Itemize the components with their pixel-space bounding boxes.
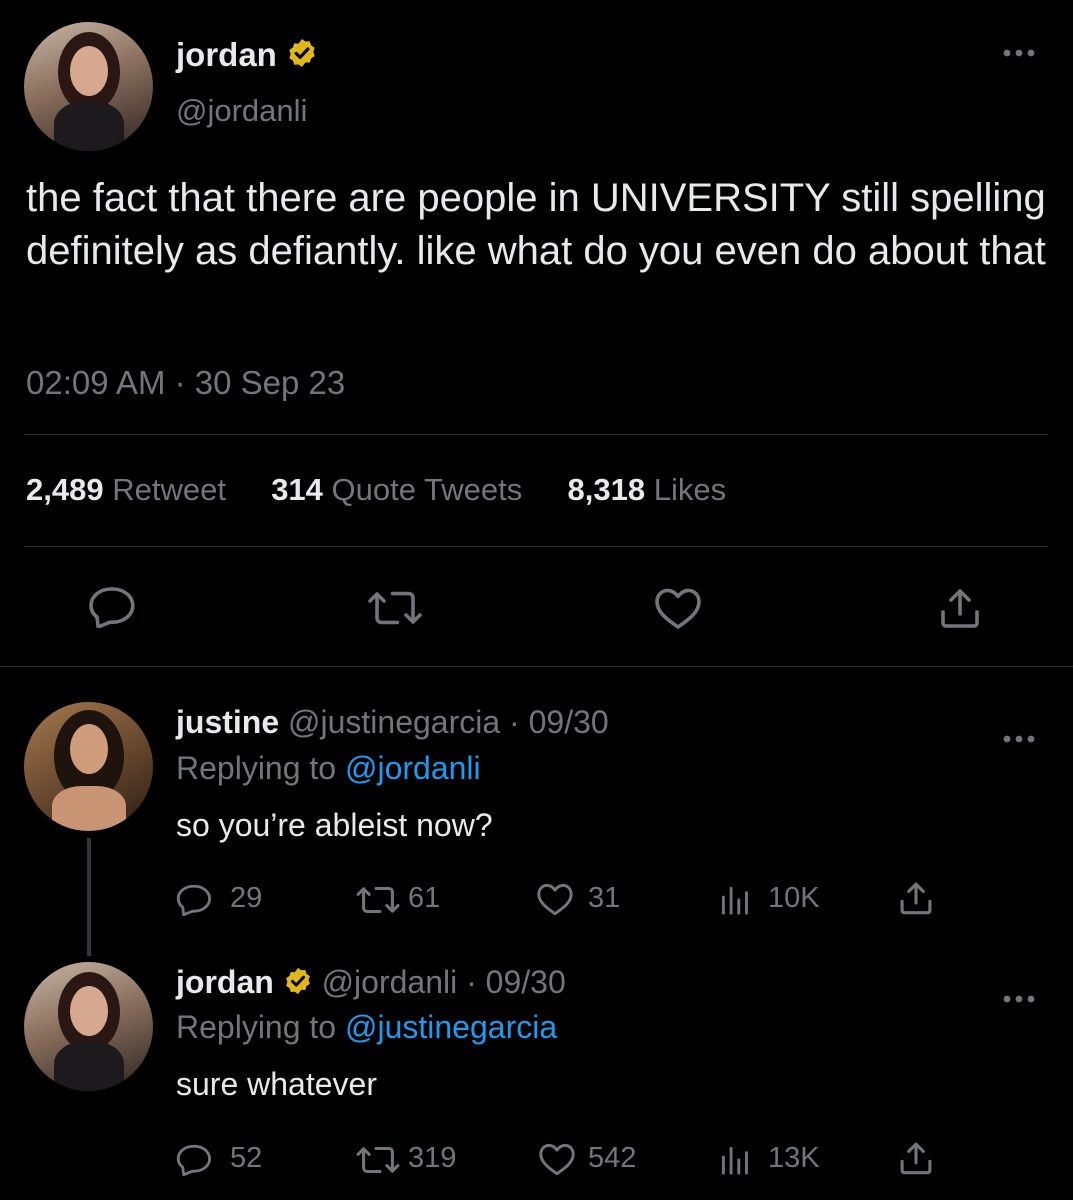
replying-prefix: Replying to	[176, 1009, 337, 1045]
divider	[0, 666, 1073, 667]
share-icon[interactable]	[898, 1140, 934, 1176]
tweet-stats: 2,489 Retweet 314 Quote Tweets 8,318 Lik…	[26, 472, 726, 508]
author-name[interactable]: justine	[176, 704, 279, 740]
views-icon[interactable]	[718, 1144, 752, 1176]
more-icon[interactable]	[1002, 980, 1036, 1011]
author-handle[interactable]: @jordanli	[322, 964, 458, 1000]
author-handle[interactable]: @justinegarcia	[288, 704, 500, 740]
like-icon[interactable]	[536, 882, 574, 916]
separator: ·	[174, 364, 186, 401]
like-count: 8,318	[567, 472, 646, 507]
quote-stat[interactable]: 314 Quote Tweets	[271, 472, 522, 507]
like-icon[interactable]	[654, 586, 702, 630]
retweet-icon[interactable]	[354, 884, 402, 916]
retweet-count: 319	[408, 1142, 457, 1174]
verified-badge-icon	[286, 37, 318, 77]
replying-to-link[interactable]: @justinegarcia	[345, 1009, 557, 1045]
replying-to: Replying to @justinegarcia	[176, 1009, 557, 1046]
share-icon[interactable]	[898, 880, 934, 916]
views-icon[interactable]	[718, 884, 752, 916]
author-name[interactable]: jordan	[176, 964, 274, 1000]
tweet-time: 02:09 AM	[26, 364, 166, 401]
retweet-label: Retweet	[112, 472, 226, 507]
reply-actions: 29 61 31 10K	[176, 878, 946, 922]
tweet-timestamp[interactable]: 02:09 AM · 30 Sep 23	[26, 364, 345, 402]
quote-label: Quote Tweets	[331, 472, 523, 507]
reply-text: sure whatever	[176, 1066, 377, 1102]
like-count: 31	[588, 882, 621, 914]
avatar-jordan[interactable]	[24, 962, 153, 1091]
like-count: 542	[588, 1142, 637, 1174]
retweet-count: 61	[408, 882, 441, 914]
reply-text: so you’re ableist now?	[176, 807, 493, 843]
reply-icon[interactable]	[176, 1142, 212, 1176]
thread-line	[87, 838, 91, 956]
quote-count: 314	[271, 472, 323, 507]
reply-date[interactable]: · 09/30	[509, 704, 609, 740]
reply-count: 29	[230, 882, 263, 914]
reply-icon[interactable]	[176, 882, 212, 916]
share-icon[interactable]	[938, 586, 982, 630]
retweet-stat[interactable]: 2,489 Retweet	[26, 472, 226, 507]
reply-actions: 52 319 542 13K	[176, 1138, 946, 1182]
retweet-icon[interactable]	[354, 1144, 402, 1176]
avatar-jordan[interactable]	[24, 22, 153, 151]
reply-date[interactable]: · 09/30	[466, 964, 566, 1000]
replying-to-link[interactable]: @jordanli	[345, 750, 481, 786]
replying-to: Replying to @jordanli	[176, 750, 481, 787]
more-icon[interactable]	[1002, 720, 1036, 751]
like-stat[interactable]: 8,318 Likes	[568, 472, 727, 507]
more-icon[interactable]	[1002, 48, 1036, 58]
reply-header: jordan @jordanli · 09/30	[176, 964, 566, 1004]
views-count: 13K	[768, 1142, 820, 1174]
reply-count: 52	[230, 1142, 263, 1174]
tweet-date: 30 Sep 23	[194, 364, 346, 401]
like-icon[interactable]	[538, 1142, 576, 1176]
retweet-icon[interactable]	[365, 588, 425, 628]
replying-prefix: Replying to	[176, 750, 337, 786]
author-handle[interactable]: @jordanli	[176, 93, 307, 129]
verified-badge-icon	[283, 966, 313, 1004]
divider	[24, 546, 1048, 547]
reply-icon[interactable]	[88, 584, 136, 628]
author-name[interactable]: jordan	[176, 36, 318, 77]
tweet-text: the fact that there are people in UNIVER…	[26, 176, 1046, 273]
divider	[24, 434, 1048, 435]
avatar-justine[interactable]	[24, 702, 153, 831]
reply-header: justine @justinegarcia · 09/30	[176, 704, 609, 741]
views-count: 10K	[768, 882, 820, 914]
like-label: Likes	[653, 472, 727, 507]
retweet-count: 2,489	[26, 472, 104, 507]
